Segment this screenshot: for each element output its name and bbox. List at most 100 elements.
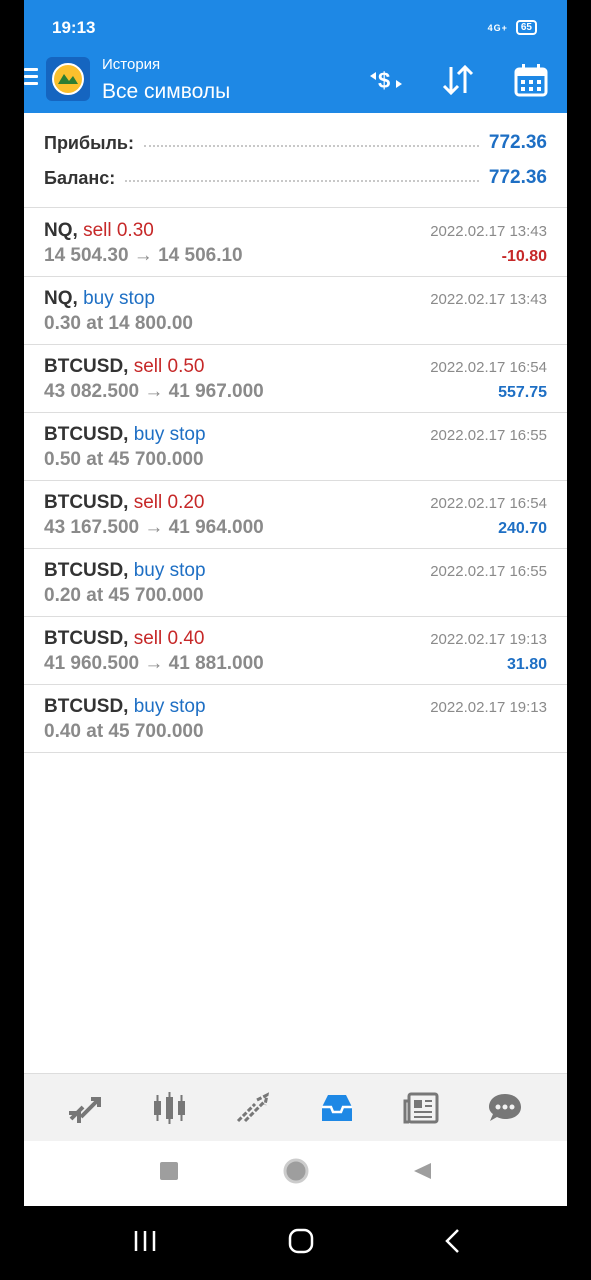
candlestick-icon: [153, 1091, 185, 1124]
device-home-button[interactable]: [288, 1228, 314, 1259]
sort-icon: [442, 65, 474, 95]
recents-button[interactable]: [132, 1229, 158, 1258]
stop-button[interactable]: [159, 1162, 178, 1185]
row-symbol: BTCUSD,: [44, 560, 129, 581]
row-time: 2022.02.17 13:43: [430, 291, 547, 308]
row-time: 2022.02.17 16:54: [430, 359, 547, 376]
row-action: sell 0.20: [133, 492, 205, 513]
bottom-tab-bar: [24, 1073, 567, 1141]
profit-value: 772.36: [488, 132, 547, 153]
back-button[interactable]: [413, 1162, 432, 1185]
row-detail: 41 960.500 → 41 881.000: [44, 653, 264, 674]
home-button[interactable]: [283, 1158, 309, 1189]
row-title: BTCUSD, buy stop: [44, 424, 206, 446]
row-time: 2022.02.17 19:13: [430, 631, 547, 648]
calendar-button[interactable]: [511, 60, 551, 100]
back-chevron-icon: [444, 1228, 459, 1253]
profit-row: Прибыль: 772.36: [44, 128, 547, 158]
battery-icon: 65: [515, 20, 537, 35]
row-detail: 14 504.30 → 14 506.10: [44, 245, 243, 266]
row-title: BTCUSD, sell 0.20: [44, 492, 205, 514]
row-detail: 0.20 at 45 700.000: [44, 585, 204, 606]
row-detail: 43 167.500 → 41 964.000: [44, 517, 264, 538]
row-title: NQ, buy stop: [44, 288, 155, 310]
profit-label: Прибыль:: [44, 132, 134, 153]
row-time: 2022.02.17 19:13: [430, 699, 547, 716]
menu-icon[interactable]: [24, 68, 38, 89]
row-action: buy stop: [133, 424, 206, 445]
row-symbol: NQ,: [44, 288, 78, 309]
row-title: NQ, sell 0.30: [44, 220, 154, 242]
device-nav-bar: [0, 1206, 591, 1280]
row-symbol: BTCUSD,: [44, 424, 129, 445]
row-title: BTCUSD, sell 0.50: [44, 356, 205, 378]
history-row[interactable]: BTCUSD, sell 0.50 43 082.500 → 41 967.000…: [24, 345, 567, 413]
row-symbol: BTCUSD,: [44, 628, 129, 649]
history-list: NQ, sell 0.30 14 504.30 → 14 506.10 2022.0…: [24, 209, 567, 753]
currency-exchange-button[interactable]: $: [366, 60, 406, 100]
header-title[interactable]: Все символы: [102, 80, 230, 104]
history-row[interactable]: NQ, buy stop 0.30 at 14 800.00 2022.02.17 …: [24, 277, 567, 345]
svg-text:$: $: [378, 68, 390, 93]
app-screen: 19:13 4G+ 65 История Все символы $ Прибы…: [24, 0, 567, 1206]
app-soft-nav: [24, 1141, 567, 1206]
row-title: BTCUSD, sell 0.40: [44, 628, 205, 650]
row-symbol: NQ,: [44, 220, 78, 241]
row-action: sell 0.30: [83, 220, 154, 241]
tab-news[interactable]: [397, 1084, 445, 1132]
quotes-icon: [68, 1096, 101, 1123]
summary-panel: Прибыль: 772.36 Баланс: 772.36: [24, 113, 567, 208]
row-time: 2022.02.17 13:43: [430, 223, 547, 240]
history-row[interactable]: NQ, sell 0.30 14 504.30 → 14 506.10 2022.0…: [24, 209, 567, 277]
row-action: buy stop: [133, 696, 206, 717]
header-subtitle: История: [102, 56, 161, 73]
chat-icon: [489, 1093, 522, 1121]
tab-quotes[interactable]: [62, 1084, 110, 1132]
triangle-left-icon: [413, 1163, 431, 1179]
sort-button[interactable]: [438, 60, 478, 100]
tab-history[interactable]: [313, 1084, 361, 1132]
leader-dots: [143, 139, 479, 147]
news-icon: [403, 1092, 439, 1123]
app-logo: [46, 57, 90, 101]
row-detail: 0.50 at 45 700.000: [44, 449, 204, 470]
device-back-button[interactable]: [444, 1228, 460, 1259]
tab-messages[interactable]: [481, 1084, 529, 1132]
row-action: buy stop: [133, 560, 206, 581]
balance-label: Баланс:: [44, 167, 116, 188]
recents-icon: [134, 1230, 155, 1251]
row-title: BTCUSD, buy stop: [44, 696, 206, 718]
row-profit: 240.70: [498, 520, 547, 537]
history-row[interactable]: BTCUSD, buy stop 0.20 at 45 700.000 2022.0…: [24, 549, 567, 617]
history-row[interactable]: BTCUSD, sell 0.40 41 960.500 → 41 881.000…: [24, 617, 567, 685]
tab-trade[interactable]: [230, 1084, 278, 1132]
status-icons: 4G+ 65: [488, 20, 537, 35]
row-symbol: BTCUSD,: [44, 492, 129, 513]
row-time: 2022.02.17 16:54: [430, 495, 547, 512]
row-action: sell 0.40: [133, 628, 205, 649]
calendar-icon: [514, 64, 548, 97]
row-symbol: BTCUSD,: [44, 696, 129, 717]
row-profit: -10.80: [501, 248, 547, 265]
row-detail: 0.30 at 14 800.00: [44, 313, 193, 334]
row-detail: 0.40 at 45 700.000: [44, 721, 204, 742]
row-title: BTCUSD, buy stop: [44, 560, 206, 582]
status-time: 19:13: [52, 18, 96, 37]
square-icon: [159, 1162, 178, 1180]
row-action: sell 0.50: [133, 356, 205, 377]
history-row[interactable]: BTCUSD, sell 0.20 43 167.500 → 41 964.000…: [24, 481, 567, 549]
signal-icon: 4G+: [487, 22, 508, 33]
row-time: 2022.02.17 16:55: [430, 427, 547, 444]
row-profit: 31.80: [506, 656, 547, 673]
row-symbol: BTCUSD,: [44, 356, 129, 377]
history-row[interactable]: BTCUSD, buy stop 0.40 at 45 700.000 2022.0…: [24, 685, 567, 753]
history-row[interactable]: BTCUSD, buy stop 0.50 at 45 700.000 2022.0…: [24, 413, 567, 481]
inbox-icon: [322, 1094, 353, 1121]
leader-dots: [125, 174, 479, 182]
circle-icon: [283, 1158, 308, 1184]
row-detail: 43 082.500 → 41 967.000: [44, 381, 264, 402]
row-profit: 557.75: [498, 384, 547, 401]
home-icon: [288, 1228, 313, 1253]
balance-row: Баланс: 772.36: [44, 163, 547, 193]
tab-chart[interactable]: [146, 1084, 194, 1132]
